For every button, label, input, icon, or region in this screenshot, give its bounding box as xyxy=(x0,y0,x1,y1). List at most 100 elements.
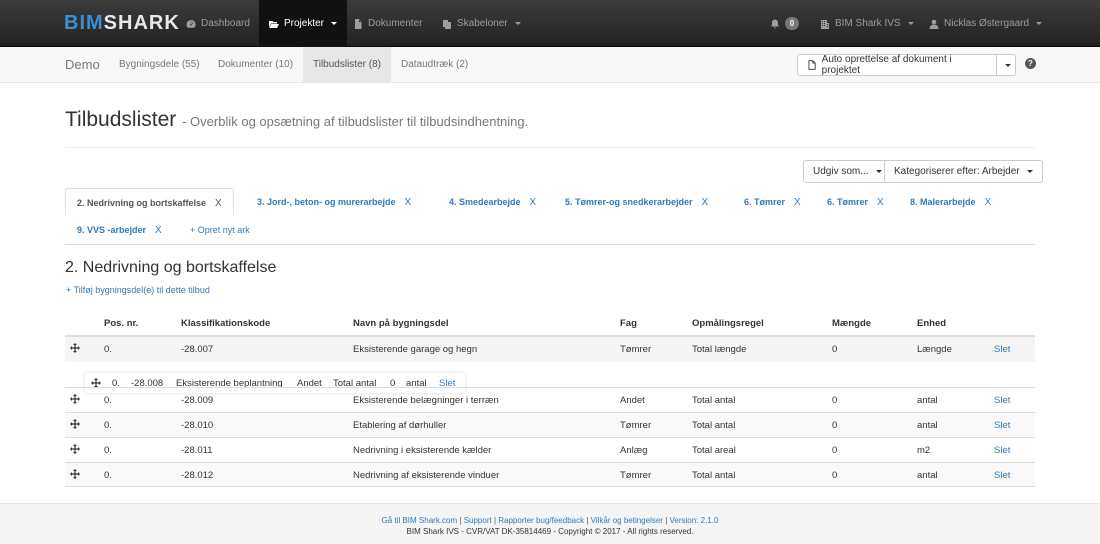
sheet-tab-label: 6. Tømrer xyxy=(827,197,869,207)
tab-dataudtraek[interactable]: Dataudtræk (2) xyxy=(391,47,478,83)
close-icon[interactable]: X xyxy=(985,197,992,208)
sheet-tab-8[interactable]: 8. Malerarbejde X xyxy=(899,188,1002,216)
close-icon[interactable]: X xyxy=(155,225,162,236)
footer-link-support[interactable]: Support xyxy=(464,516,492,525)
add-building-part-link[interactable]: + Tilføj bygningsdel(e) til dette tilbud xyxy=(66,285,210,295)
cell-pos: 0. xyxy=(104,470,112,481)
brand-part1: BIM xyxy=(64,12,104,34)
close-icon[interactable]: X xyxy=(702,197,709,208)
move-icon[interactable] xyxy=(70,444,80,454)
categorize-label: Kategoriserer efter: Arbejder xyxy=(894,166,1020,177)
sheet-tab-3[interactable]: 3. Jord-, beton- og murerarbejde X xyxy=(246,188,422,216)
document-icon xyxy=(355,18,362,29)
tab-tilbudslister[interactable]: Tilbudslister (8) xyxy=(303,47,391,83)
section-title: 2. Nedrivning og bortskaffelse xyxy=(65,259,277,276)
close-icon[interactable]: X xyxy=(405,197,412,208)
sheet-tab-9[interactable]: 9. VVS -arbejder X xyxy=(66,216,173,244)
footer-copyright: BIM Shark IVS - CVR/VAT DK-35814469 - Co… xyxy=(406,527,694,536)
cell-trade: Tømrer xyxy=(620,344,652,355)
nav-dashboard-label: Dashboard xyxy=(201,18,250,29)
categorize-button[interactable]: Kategoriserer efter: Arbejder xyxy=(884,160,1043,183)
move-icon[interactable] xyxy=(70,343,80,353)
cell-pos: 0. xyxy=(104,344,112,355)
auto-create-label: Auto oprettelse af dokument i projektet xyxy=(821,54,952,76)
delete-link[interactable]: Slet xyxy=(994,470,1010,481)
chevron-down-icon xyxy=(514,22,521,25)
cell-trade: Tømrer xyxy=(620,470,652,481)
cell-quantity: 0 xyxy=(832,344,838,355)
move-icon[interactable] xyxy=(70,394,80,404)
footer-link-report-bug[interactable]: Rapporter bug/feedback xyxy=(498,516,584,525)
page-title: Tilbudslister - Overblik og opsætning af… xyxy=(65,108,528,132)
sheet-tab-5[interactable]: 5. Tømrer-og snedkerarbejder X xyxy=(554,188,719,216)
nav-notifications[interactable]: 0 xyxy=(760,0,809,47)
nav-company[interactable]: BIM Shark IVS xyxy=(810,0,924,47)
footer-links: Gå til BIM Shark.com | Support | Rapport… xyxy=(0,516,1100,525)
tab-dokumenter[interactable]: Dokumenter (10) xyxy=(208,47,303,83)
table-row: 0. -28.009 Eksisterende belægninger i te… xyxy=(65,387,1035,412)
table-row: 0. -28.007 Eksisterende garage og hegn T… xyxy=(65,335,1035,362)
nav-templates-label: Skabeloner xyxy=(457,18,508,29)
cell-trade: Andet xyxy=(620,395,645,406)
cell-unit: antal xyxy=(917,470,938,481)
cell-name: Eksisterende garage og hegn xyxy=(353,344,478,355)
close-icon[interactable]: X xyxy=(877,197,884,208)
chevron-down-icon xyxy=(875,170,882,173)
cell-name: Nedrivning i eksisterende kælder xyxy=(353,445,492,456)
notification-badge: 0 xyxy=(785,17,799,30)
help-icon[interactable]: ? xyxy=(1025,58,1036,69)
nav-documents[interactable]: Dokumenter xyxy=(343,0,432,47)
auto-create-document-button[interactable]: Auto oprettelse af dokument i projektet xyxy=(797,54,997,76)
project-name[interactable]: Demo xyxy=(65,57,100,72)
sheet-tab-label: 8. Malerarbejde xyxy=(910,197,976,207)
delete-link[interactable]: Slet xyxy=(994,395,1010,406)
cell-unit: antal xyxy=(917,420,938,431)
table-row: 0. -28.012 Nedrivning af eksisterende vi… xyxy=(65,462,1035,487)
create-sheet-link[interactable]: + Opret nyt ark xyxy=(190,225,250,235)
footer-version[interactable]: Version: 2.1.0 xyxy=(670,516,719,525)
chevron-down-icon xyxy=(331,22,338,25)
close-icon[interactable]: X xyxy=(530,197,537,208)
sheet-tab-label: 2. Nedrivning og bortskaffelse xyxy=(77,198,207,208)
cell-trade: Tømrer xyxy=(620,420,652,431)
user-icon xyxy=(929,19,939,29)
sheet-tab-6a[interactable]: 6. Tømrer X xyxy=(733,188,812,216)
cell-unit: m2 xyxy=(917,445,931,456)
footer-link-website[interactable]: Gå til BIM Shark.com xyxy=(382,516,458,525)
cell-classification: -28.010 xyxy=(181,420,214,431)
nav-user[interactable]: Nicklas Østergaard xyxy=(919,0,1052,47)
cell-pos: 0. xyxy=(104,445,112,456)
footer-link-terms[interactable]: Vilkår og betingelser xyxy=(591,516,663,525)
move-icon[interactable] xyxy=(70,469,80,479)
brand-logo[interactable]: BIMSHARK xyxy=(64,12,180,35)
bell-icon xyxy=(771,19,779,28)
sheet-tab-2[interactable]: 2. Nedrivning og bortskaffelse X xyxy=(65,188,234,216)
delete-link[interactable]: Slet xyxy=(994,344,1010,355)
close-icon[interactable]: X xyxy=(794,197,801,208)
nav-projects[interactable]: Projekter xyxy=(259,0,348,47)
nav-dashboard[interactable]: Dashboard xyxy=(176,0,260,47)
publish-as-button[interactable]: Udgiv som... xyxy=(803,160,892,183)
tab-bygningsdele[interactable]: Bygningsdele (55) xyxy=(109,47,210,83)
close-icon[interactable]: X xyxy=(215,198,222,209)
cell-classification: -28.011 xyxy=(181,445,213,456)
cell-measurement-rule: Total areal xyxy=(692,445,736,456)
cell-quantity: 0 xyxy=(832,395,838,406)
cell-quantity: 0 xyxy=(832,470,838,481)
sheet-tab-4[interactable]: 4. Smedearbejde X xyxy=(438,188,547,216)
column-header-unit: Enhed xyxy=(917,318,947,329)
file-stack-icon xyxy=(443,19,451,29)
nav-documents-label: Dokumenter xyxy=(368,18,423,29)
nav-company-label: BIM Shark IVS xyxy=(835,18,901,29)
sheet-tab-6b[interactable]: 6. Tømrer X xyxy=(816,188,895,216)
cell-classification: -28.007 xyxy=(181,344,214,355)
cell-measurement-rule: Total antal xyxy=(692,470,736,481)
footer: Gå til BIM Shark.com | Support | Rapport… xyxy=(0,503,1100,544)
move-icon[interactable] xyxy=(70,419,80,429)
document-icon xyxy=(808,60,816,70)
nav-templates[interactable]: Skabeloner xyxy=(432,0,531,47)
sheet-tab-label: 5. Tømrer-og snedkerarbejder xyxy=(565,197,693,207)
auto-create-dropdown-toggle[interactable] xyxy=(996,54,1016,76)
delete-link[interactable]: Slet xyxy=(994,445,1010,456)
delete-link[interactable]: Slet xyxy=(994,420,1010,431)
